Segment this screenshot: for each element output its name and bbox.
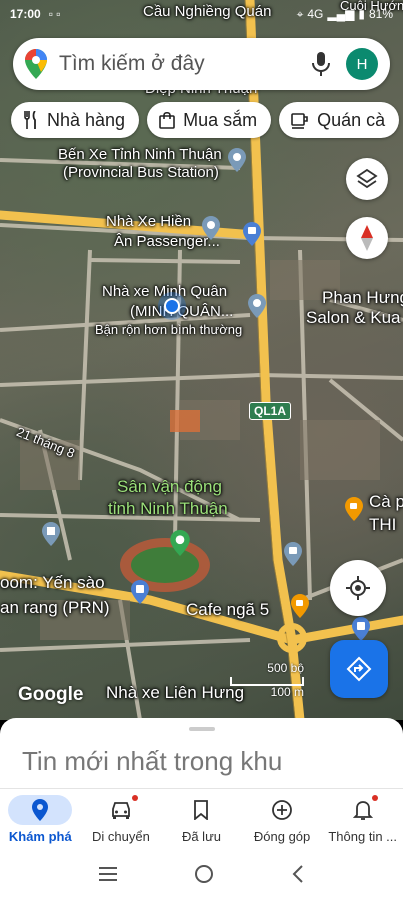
- home-icon[interactable]: [194, 864, 214, 884]
- nav-icon-wrap: [169, 795, 233, 825]
- notification-icons: ▫ ▫: [48, 7, 61, 21]
- recent-apps-icon[interactable]: [98, 866, 118, 882]
- highway-shield: QL1A: [249, 402, 292, 420]
- network-label: 4G: [307, 7, 324, 21]
- nav-label: Thông tin ...: [328, 829, 397, 844]
- search-bar[interactable]: Tìm kiếm ở đây H: [13, 38, 390, 90]
- nav-label: Khám phá: [8, 829, 72, 844]
- map-label-yen-sao[interactable]: oom: Yến sào: [0, 573, 105, 593]
- battery-icon: ▮: [358, 7, 365, 21]
- microphone-icon[interactable]: [310, 51, 332, 77]
- battery-level: 81%: [368, 7, 393, 21]
- signal-icon: ▂▄▆: [327, 7, 355, 21]
- map-label-salon[interactable]: Salon & Kua: [306, 308, 401, 328]
- nav-updates[interactable]: Thông tin ...: [322, 789, 403, 850]
- bottom-sheet[interactable]: Tin mới nhất trong khu: [0, 718, 403, 794]
- nav-saved[interactable]: Đã lưu: [161, 789, 242, 850]
- search-input[interactable]: Tìm kiếm ở đây: [59, 52, 310, 76]
- status-time: 17:00: [10, 7, 41, 21]
- coffee-icon: [291, 111, 309, 129]
- scale-top-label: 500 bộ: [267, 661, 304, 675]
- map-label-ca-phe[interactable]: Cà p: [369, 492, 403, 512]
- system-nav-bar: [0, 850, 403, 897]
- map-label-thi[interactable]: THI: [369, 515, 396, 535]
- map-label-busy: Bận rộn hơn bình thường: [95, 322, 243, 337]
- bell-icon: [352, 801, 373, 820]
- nav-commute[interactable]: Di chuyển: [81, 789, 162, 850]
- google-maps-pin-icon: [25, 49, 47, 79]
- fork-knife-icon: [23, 111, 39, 129]
- shopping-pin-icon[interactable]: [352, 617, 370, 641]
- nav-contribute[interactable]: Đóng góp: [242, 789, 323, 850]
- chip-label: Quán cà: [317, 109, 386, 130]
- nav-icon-wrap: [331, 795, 395, 825]
- status-right: ⌖ 4G ▂▄▆ ▮ 81%: [297, 7, 393, 22]
- nav-explore[interactable]: Khám phá: [0, 789, 81, 850]
- layers-icon: [356, 168, 378, 189]
- map-label-stadium-2[interactable]: tỉnh Ninh Thuận: [108, 499, 228, 519]
- scale-bottom-label: 100 m: [270, 685, 304, 699]
- map-label-phan-hung[interactable]: Phan Hưng: [322, 288, 403, 308]
- car-icon: [111, 802, 130, 819]
- nav-active-indicator: [8, 795, 73, 825]
- location-status-icon: ⌖: [296, 6, 304, 21]
- map-label-cafe-nga5[interactable]: Cafe ngã 5: [186, 600, 269, 620]
- my-location-button[interactable]: [330, 560, 386, 616]
- coffee-pin-icon[interactable]: [291, 594, 309, 618]
- coffee-pin-icon[interactable]: [345, 497, 363, 521]
- nav-label: Di chuyển: [91, 829, 150, 844]
- hospital-pin-icon[interactable]: [42, 522, 60, 546]
- map-label-lien-hung[interactable]: Nhà xe Liên Hưng: [106, 683, 244, 703]
- directions-icon: [346, 656, 372, 682]
- avatar[interactable]: H: [346, 48, 378, 80]
- sheet-title: Tin mới nhất trong khu: [22, 746, 283, 776]
- bus-stop-icon[interactable]: [284, 542, 302, 566]
- compass-icon: [361, 225, 373, 251]
- map-label-bus-station[interactable]: Bến Xe Tỉnh Ninh Thuận: [58, 146, 222, 163]
- status-bar: 17:00 ▫ ▫ ⌖ 4G ▂▄▆ ▮ 81%: [0, 0, 403, 28]
- crosshair-icon: [346, 576, 370, 600]
- shopping-pin-icon[interactable]: [131, 580, 149, 604]
- notification-dot: [131, 795, 138, 801]
- stadium-pin-icon[interactable]: [170, 530, 190, 556]
- map-label-stadium-1[interactable]: Sân vận động: [117, 477, 222, 497]
- map-pin-icon[interactable]: [228, 148, 246, 172]
- map-scale: 500 bộ 100 m: [230, 661, 304, 701]
- directions-button[interactable]: [330, 640, 388, 698]
- add-circle-icon: [272, 800, 292, 820]
- chip-shopping[interactable]: Mua sắm: [147, 102, 272, 138]
- map-pin-icon[interactable]: [202, 216, 220, 240]
- explore-pin-icon: [32, 799, 49, 821]
- nav-label: Đóng góp: [253, 829, 311, 844]
- chip-label: Mua sắm: [183, 109, 258, 130]
- category-chips: Nhà hàng Mua sắm Quán cà: [11, 102, 400, 138]
- chip-restaurants[interactable]: Nhà hàng: [11, 102, 140, 138]
- nav-icon-wrap: [89, 795, 153, 825]
- my-location-dot-icon: [164, 298, 180, 314]
- bookmark-icon: [194, 800, 209, 820]
- compass-button[interactable]: [346, 217, 388, 259]
- shopping-bag-icon: [159, 111, 175, 129]
- google-logo: Google: [18, 684, 84, 705]
- map-pin-icon[interactable]: [248, 294, 266, 318]
- bus-stop-icon[interactable]: [243, 222, 261, 246]
- back-icon[interactable]: [291, 864, 305, 883]
- map-label-bus-station-en[interactable]: (Provincial Bus Station): [63, 164, 219, 181]
- chip-coffee[interactable]: Quán cà: [279, 102, 400, 138]
- nav-label: Đã lưu: [181, 829, 222, 844]
- sheet-drag-handle[interactable]: [189, 727, 215, 731]
- bottom-nav: Khám phá Di chuyển Đã lưu Đóng góp Thông…: [0, 788, 403, 850]
- map-label-prn[interactable]: an rang (PRN): [0, 598, 110, 618]
- layers-button[interactable]: [346, 158, 388, 200]
- nav-icon-wrap: [250, 795, 314, 825]
- map-label-nha-xe-hien[interactable]: Nhà Xe Hiền: [106, 213, 191, 230]
- chip-label: Nhà hàng: [47, 109, 126, 130]
